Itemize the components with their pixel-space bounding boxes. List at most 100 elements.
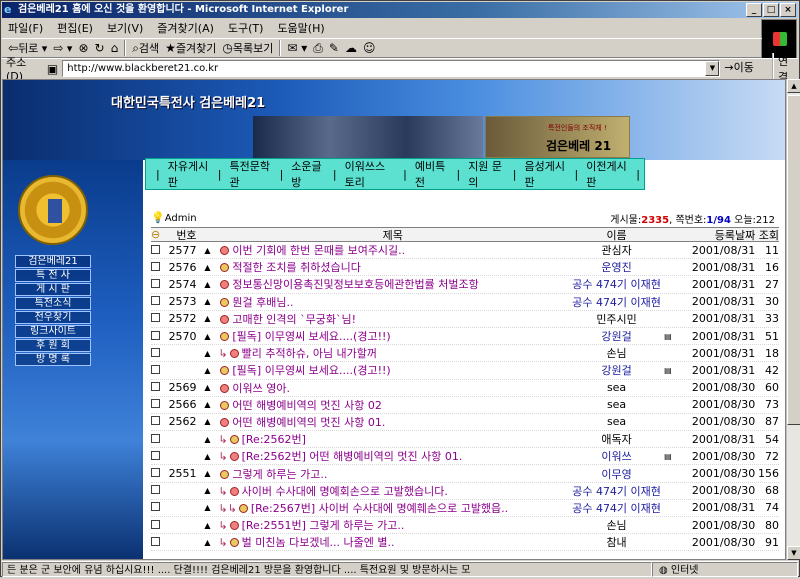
discuss-icon[interactable]: ☁ (345, 41, 357, 55)
row-author[interactable]: 강원걸 (569, 328, 664, 344)
row-author[interactable]: 이워쓰 (569, 448, 664, 464)
nav-previous[interactable]: 이전게시판 (582, 158, 632, 190)
leftmenu-find-comrades[interactable]: 전우찾기 (15, 311, 91, 324)
table-row[interactable]: 2562 ▲ 어떤 해병예비역의 멋진 사항 01. sea 2001/08/30 87 (151, 414, 779, 432)
history-button[interactable]: ◷목록보기 (222, 40, 273, 56)
row-author[interactable]: 관심자 (569, 242, 664, 258)
maximize-button[interactable]: □ (763, 3, 779, 17)
table-row[interactable]: ▲ ↳ 빨리 추적하슈, 아님 내가할꺼 손님 2001/08/31 18 (151, 345, 779, 363)
row-author[interactable]: 손님 (569, 345, 664, 361)
leftmenu-links[interactable]: 링크사이트 (15, 325, 91, 338)
scroll-thumb[interactable] (787, 95, 800, 425)
refresh-icon[interactable]: ↻ (95, 41, 105, 55)
menu-edit[interactable]: 편집(E) (57, 20, 93, 36)
header-select-icon[interactable]: ⊖ (151, 228, 163, 241)
address-dropdown-icon[interactable]: ▼ (705, 61, 720, 76)
nav-literature[interactable]: 특전문학관 (226, 158, 276, 190)
row-author[interactable]: 공수 474기 이재현 (569, 483, 664, 499)
table-row[interactable]: ▲ ↳↳ [Re:2567번] 사이버 수사대에 명예훼손으로 고발했읍.. 공수 4… (151, 500, 779, 517)
row-author[interactable]: sea (569, 398, 664, 411)
edit-icon[interactable]: ✎ (329, 41, 339, 55)
go-button[interactable]: →이동 (724, 60, 768, 77)
row-author[interactable]: 애독자 (569, 431, 664, 447)
nav-free-board[interactable]: 자유게시판 (164, 158, 214, 190)
row-subject[interactable]: ↳ 빨리 추적하슈, 아님 내가할꺼 (216, 345, 569, 361)
address-input[interactable]: http://www.blackberet21.co.kr ▼ (62, 60, 721, 77)
row-subject[interactable]: 이워쓰 영아. (216, 380, 569, 396)
row-subject[interactable]: 적절한 조치를 취하셨습니다 (216, 259, 569, 275)
scroll-down-icon[interactable]: ▼ (787, 546, 800, 560)
menu-tools[interactable]: 도구(T) (228, 20, 264, 36)
row-subject[interactable]: 그렇게 하루는 가고.. (216, 466, 569, 482)
leftmenu-news[interactable]: 특전소식 (15, 297, 91, 310)
leftmenu-supporters[interactable]: 후 원 회 (15, 339, 91, 352)
favorites-button[interactable]: ★즐겨찾기 (165, 40, 216, 56)
leftmenu-board[interactable]: 게 시 판 (15, 283, 91, 296)
messenger-icon[interactable]: ☺ (363, 41, 376, 55)
nav-voice[interactable]: 음성게시판 (520, 158, 570, 190)
table-row[interactable]: ▲ ↳ 사이버 수사대에 명예회손으로 고발했습니다. 공수 474기 이재현 2001… (151, 483, 779, 500)
row-subject[interactable]: ↳ [Re:2562번] (216, 431, 569, 447)
row-subject[interactable]: 어떤 해병예비역의 멋진 사항 01. (216, 414, 569, 430)
nav-story[interactable]: 이워쓰스토리 (341, 158, 399, 190)
nav-support[interactable]: 지원 문의 (464, 158, 509, 190)
table-row[interactable]: 2572 ▲ 고매한 인격의 `무궁화`님! 민주시민 2001/08/31 33 (151, 311, 779, 328)
forward-button[interactable]: ⇨ ▾ (53, 41, 72, 55)
row-checkbox[interactable] (151, 398, 163, 411)
row-author[interactable]: 강원걸 (569, 362, 664, 378)
row-author[interactable]: 공수 474기 이재현 (569, 500, 664, 516)
row-author[interactable]: 참내 (569, 534, 664, 550)
row-checkbox[interactable] (151, 261, 163, 274)
minimize-button[interactable]: _ (746, 3, 762, 17)
table-row[interactable]: 2570 ▲ [필독] 이무영씨 보세요....(경고!!) 강원걸 ▤ 2001/08/… (151, 328, 779, 346)
table-row[interactable]: 2574 ▲ 정보통신망이용촉진및정보보호등에관한법률 처벌조항 공수 474기 이재… (151, 276, 779, 294)
row-subject[interactable]: 정보통신망이용촉진및정보보호등에관한법률 처벌조항 (216, 276, 569, 292)
close-button[interactable]: × (780, 3, 796, 17)
row-checkbox[interactable] (151, 484, 163, 497)
vertical-scrollbar[interactable]: ▲ ▼ (786, 79, 800, 560)
row-subject[interactable]: 고매한 인격의 `무궁화`님! (216, 311, 569, 327)
row-subject[interactable]: 어떤 해병예비역의 멋진 사항 02 (216, 397, 569, 413)
row-author[interactable]: sea (569, 381, 664, 394)
row-author[interactable]: 운영진 (569, 259, 664, 275)
site-logo[interactable]: 특전인들의 조직체 ! 검은베레 21 (485, 116, 630, 158)
row-author[interactable]: sea (569, 415, 664, 428)
row-checkbox[interactable] (151, 415, 163, 428)
table-row[interactable]: ▲ [필독] 이무영씨 보세요....(경고!!) 강원걸 ▤ 2001/08/31 42 (151, 362, 779, 380)
leftmenu-guestbook[interactable]: 방 명 록 (15, 353, 91, 366)
menu-favorites[interactable]: 즐겨찾기(A) (157, 20, 214, 36)
table-row[interactable]: 2576 ▲ 적절한 조치를 취하셨습니다 운영진 2001/08/31 16 (151, 259, 779, 277)
row-subject[interactable]: ↳↳ [Re:2567번] 사이버 수사대에 명예훼손으로 고발했읍.. (216, 500, 569, 516)
table-row[interactable]: 2566 ▲ 어떤 해병예비역의 멋진 사항 02 sea 2001/08/30 73 (151, 397, 779, 414)
nav-reserve[interactable]: 예비특전 (411, 158, 453, 190)
row-checkbox[interactable] (151, 312, 163, 325)
row-subject[interactable]: [필독] 이무영씨 보세요....(경고!!) (216, 328, 569, 344)
menu-file[interactable]: 파일(F) (8, 20, 43, 36)
row-checkbox[interactable] (151, 381, 163, 394)
table-row[interactable]: 2551 ▲ 그렇게 하루는 가고.. 이무영 2001/08/30 156 (151, 465, 779, 483)
row-subject[interactable]: 뭔걸 후배님.. (216, 294, 569, 310)
menu-view[interactable]: 보기(V) (107, 20, 143, 36)
home-icon[interactable]: ⌂ (111, 41, 119, 55)
admin-link[interactable]: 💡Admin (151, 211, 197, 224)
leftmenu-home[interactable]: 검은베레21 (15, 255, 91, 268)
table-row[interactable]: ▲ ↳ [Re:2551번] 그렇게 하루는 가고.. 손님 2001/08/30 80 (151, 517, 779, 535)
stop-icon[interactable]: ⊗ (78, 41, 88, 55)
row-checkbox[interactable] (151, 501, 163, 514)
row-subject[interactable]: [필독] 이무영씨 보세요....(경고!!) (216, 362, 569, 378)
row-author[interactable]: 이무영 (569, 466, 664, 482)
row-subject[interactable]: ↳ [Re:2551번] 그렇게 하루는 가고.. (216, 517, 569, 533)
table-row[interactable]: 2573 ▲ 뭔걸 후배님.. 공수 474기 이재현 2001/08/31 30 (151, 294, 779, 311)
mail-icon[interactable]: ✉ ▾ (287, 41, 307, 55)
row-checkbox[interactable] (151, 364, 163, 377)
print-icon[interactable]: ⎙ (313, 41, 323, 56)
row-checkbox[interactable] (151, 536, 163, 549)
row-subject[interactable]: ↳ 사이버 수사대에 명예회손으로 고발했습니다. (216, 483, 569, 499)
row-author[interactable]: 공수 474기 이재현 (569, 294, 664, 310)
row-subject[interactable]: 이번 기회에 한번 몬때를 보여주시길.. (216, 242, 569, 258)
table-row[interactable]: ▲ ↳ [Re:2562번] 애독자 2001/08/31 54 (151, 431, 779, 449)
menu-help[interactable]: 도움말(H) (277, 20, 324, 36)
row-checkbox[interactable] (151, 347, 163, 360)
row-checkbox[interactable] (151, 519, 163, 532)
row-checkbox[interactable] (151, 244, 163, 257)
